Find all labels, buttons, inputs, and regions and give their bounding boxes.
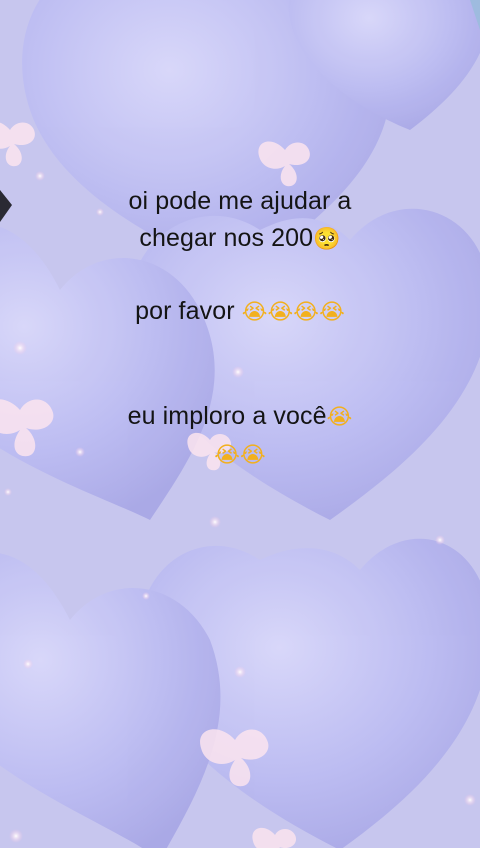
message-paragraph-2: por favor 😭😭😭😭 bbox=[0, 293, 480, 331]
crying-face-emoji-icon: 😭 bbox=[326, 405, 353, 430]
message-line-2: chegar nos 200🥺 bbox=[0, 220, 480, 258]
message-line-3-text: por favor bbox=[135, 297, 235, 325]
message-line-4-text: eu imploro a você bbox=[127, 402, 327, 430]
message-line-4: eu imploro a você😭 bbox=[0, 398, 480, 436]
crying-face-emoji-icon: 😭😭 bbox=[214, 443, 266, 468]
message-line-3: por favor 😭😭😭😭 bbox=[0, 293, 480, 331]
message-paragraph-3: eu imploro a você😭 😭😭 bbox=[0, 398, 480, 474]
message-paragraph-1: oi pode me ajudar a chegar nos 200🥺 bbox=[0, 183, 480, 258]
crying-face-emoji-icon: 😭😭😭😭 bbox=[241, 300, 345, 325]
message-line-5: 😭😭 bbox=[0, 436, 480, 474]
message-line-1: oi pode me ajudar a bbox=[128, 187, 352, 215]
message-line-2-text: chegar nos 200 bbox=[139, 224, 314, 252]
pleading-face-emoji-icon: 🥺 bbox=[313, 227, 341, 252]
